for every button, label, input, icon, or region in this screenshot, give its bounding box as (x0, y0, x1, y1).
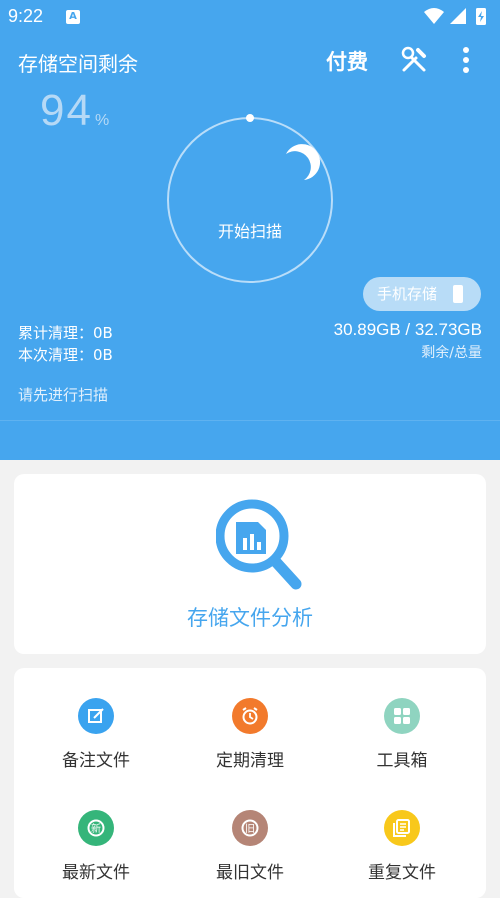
storage-selector-button[interactable]: 手机存储 (363, 277, 481, 311)
apps-icon (384, 698, 420, 734)
storage-size-caption: 剩余/总量 (421, 345, 482, 361)
edit-icon (78, 698, 114, 734)
scan-hint: 请先进行扫描 (18, 386, 109, 404)
percent-value: 94 (40, 86, 93, 135)
grid-item-newest[interactable]: 新 最新文件 (26, 810, 166, 890)
grid-item-label: 备注文件 (62, 751, 130, 771)
more-vert-icon[interactable] (456, 44, 476, 76)
svg-text:旧: 旧 (245, 823, 255, 835)
alarm-icon (232, 698, 268, 734)
top-panel: 9:22 A 存储空间剩余 付费 94% 开始扫描 手机存储 累计清理：0B 本… (0, 0, 500, 460)
pay-button[interactable]: 付费 (326, 46, 368, 76)
storage-size-value: 30.89GB / 32.73GB (333, 320, 482, 339)
grid-item-label: 定期清理 (216, 751, 284, 771)
storage-size: 30.89GB / 32.73GB 剩余/总量 (334, 320, 482, 362)
system-status-icons (424, 8, 486, 25)
clean-stats: 累计清理：0B 本次清理：0B (18, 322, 113, 366)
notification-icon: A (66, 10, 80, 24)
grid-item-scheduled-clean[interactable]: 定期清理 (180, 698, 320, 778)
this-cleaned: 本次清理：0B (18, 346, 113, 364)
status-bar: 9:22 A (0, 0, 500, 34)
new-icon: 新 (78, 810, 114, 846)
tools-icon[interactable] (400, 46, 428, 74)
grid-item-notes[interactable]: 备注文件 (26, 698, 166, 778)
old-icon: 旧 (232, 810, 268, 846)
percent-unit: % (94, 112, 110, 129)
phone-icon (453, 285, 463, 303)
start-scan-button[interactable]: 开始扫描 (200, 218, 300, 242)
grid-item-oldest[interactable]: 旧 最旧文件 (180, 810, 320, 890)
magnifier-chart-icon (216, 499, 302, 590)
signal-icon (450, 8, 466, 24)
grid-item-duplicates[interactable]: 重复文件 (332, 810, 472, 890)
divider (0, 420, 500, 421)
svg-text:新: 新 (91, 822, 101, 835)
grid-item-toolbox[interactable]: 工具箱 (332, 698, 472, 778)
grid-item-label: 最旧文件 (216, 863, 284, 883)
duplicate-icon (384, 810, 420, 846)
status-time: 9:22 (8, 6, 44, 26)
wifi-icon (424, 8, 444, 24)
storage-analysis-label: 存储文件分析 (187, 606, 313, 630)
storage-analysis-card[interactable]: 存储文件分析 (14, 474, 486, 654)
storage-selector-label: 手机存储 (377, 285, 438, 303)
total-cleaned: 累计清理：0B (18, 324, 113, 342)
grid-item-label: 工具箱 (376, 751, 428, 771)
tools-grid-card: 备注文件 定期清理 工具箱 新 最新文件 旧 最旧文件 重复文件 (14, 668, 486, 898)
grid-item-label: 重复文件 (368, 863, 436, 883)
grid-item-label: 最新文件 (62, 863, 130, 883)
header: 存储空间剩余 付费 (0, 40, 500, 80)
storage-percent: 94% (40, 86, 109, 136)
page-title: 存储空间剩余 (18, 52, 138, 76)
scan-ring (167, 114, 334, 283)
